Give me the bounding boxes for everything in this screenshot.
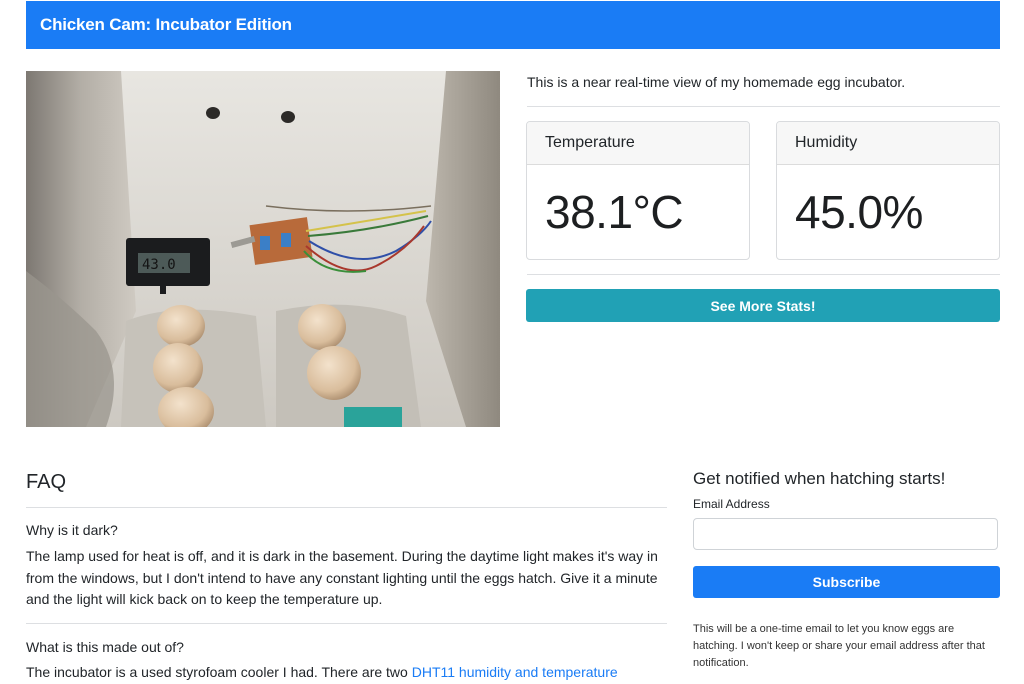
- humidity-value: 45.0%: [795, 186, 923, 238]
- faq-answer: The incubator is a used styrofoam cooler…: [26, 662, 666, 684]
- faq-answer: The lamp used for heat is off, and it is…: [26, 548, 658, 607]
- divider: [527, 274, 1000, 275]
- email-input[interactable]: [693, 518, 998, 550]
- faq-answer-text: The incubator is a used styrofoam cooler…: [26, 664, 412, 680]
- divider: [26, 507, 667, 508]
- divider: [26, 623, 667, 624]
- notify-title: Get notified when hatching starts!: [693, 469, 946, 488]
- temperature-card: Temperature 38.1°C: [526, 121, 750, 260]
- notify-note: This will be a one-time email to let you…: [693, 623, 985, 669]
- brand-link[interactable]: Chicken Cam: Incubator Edition: [40, 15, 292, 35]
- thermometer-display: 43.0: [142, 257, 176, 273]
- faq-title: FAQ: [26, 471, 67, 493]
- humidity-card: Humidity 45.0%: [776, 121, 1000, 260]
- subscribe-button[interactable]: Subscribe: [693, 566, 1000, 598]
- email-label: Email Address: [693, 497, 770, 511]
- divider: [527, 106, 1000, 107]
- see-more-stats-button[interactable]: See More Stats!: [526, 289, 1000, 322]
- faq-question: Why is it dark?: [26, 522, 118, 538]
- temperature-value: 38.1°C: [545, 186, 684, 238]
- intro-text: This is a near real-time view of my home…: [527, 74, 906, 90]
- temperature-label: Temperature: [527, 122, 749, 165]
- dht11-sensor-link[interactable]: DHT11 humidity and temperature: [412, 664, 618, 680]
- incubator-camera-image: 43.0: [26, 71, 500, 427]
- navbar: Chicken Cam: Incubator Edition: [26, 1, 1000, 49]
- humidity-label: Humidity: [777, 122, 999, 165]
- faq-question: What is this made out of?: [26, 639, 184, 655]
